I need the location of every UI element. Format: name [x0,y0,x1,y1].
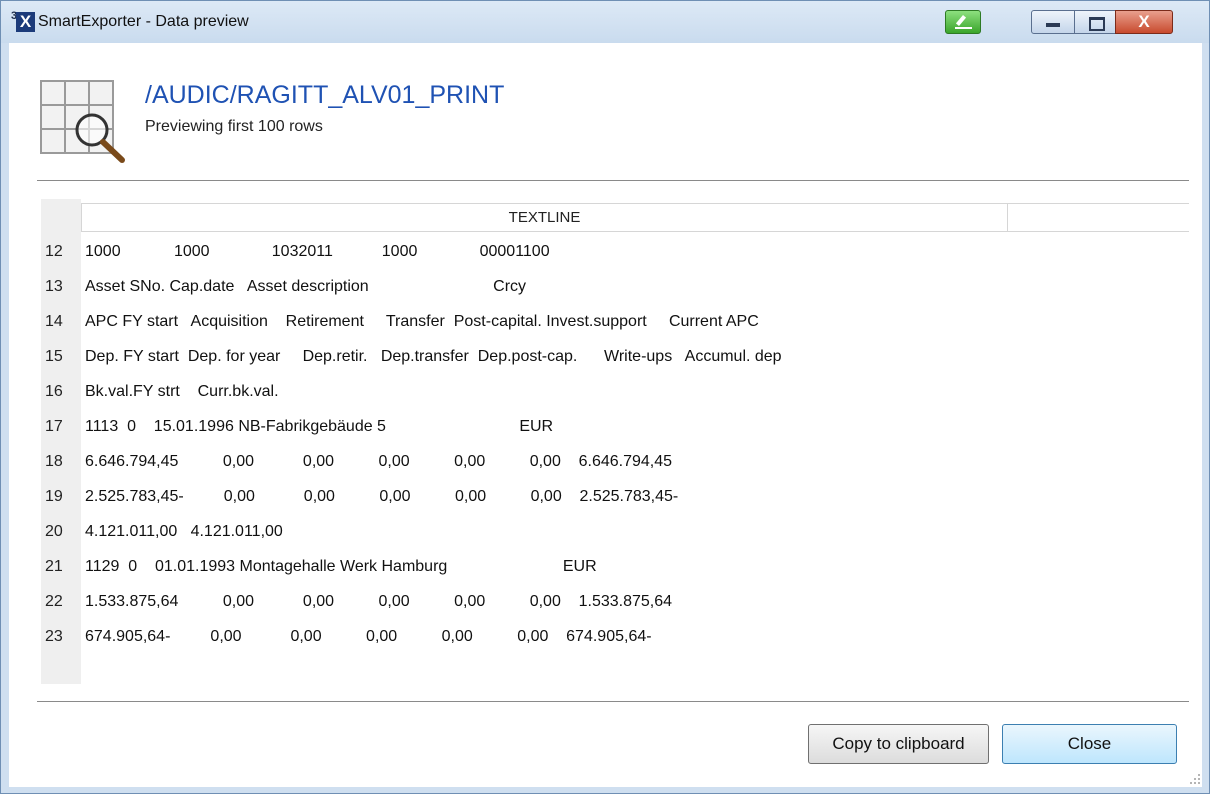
smartexporter-logo-icon: 3 X [11,10,35,34]
table-row[interactable]: 14 APC FY start Acquisition Retirement T… [41,304,1156,339]
table-row[interactable]: 16 Bk.val.FY strt Curr.bk.val. [41,374,1156,409]
table-row[interactable]: 18 6.646.794,45 0,00 0,00 0,00 0,00 0,00… [41,444,1156,479]
maximize-button[interactable] [1074,10,1116,34]
resize-grip-icon[interactable] [1187,771,1201,785]
table-row[interactable]: 13 Asset SNo. Cap.date Asset description… [41,269,1156,304]
close-button[interactable]: Close [1002,724,1177,764]
row-text: 4.121.011,00 4.121.011,00 [85,523,283,540]
divider [37,180,1189,181]
copy-to-clipboard-button[interactable]: Copy to clipboard [808,724,989,764]
row-number: 19 [45,488,63,505]
grid-corner [41,203,81,232]
minimize-icon [1046,23,1060,27]
row-number: 17 [45,418,63,435]
row-text: Bk.val.FY strt Curr.bk.val. [85,383,279,400]
row-number: 20 [45,523,63,540]
table-row[interactable]: 19 2.525.783,45- 0,00 0,00 0,00 0,00 0,0… [41,479,1156,514]
row-number: 18 [45,453,63,470]
window-title: SmartExporter - Data preview [38,13,249,30]
row-text: Asset SNo. Cap.date Asset description Cr… [85,278,527,295]
column-header[interactable]: TEXTLINE [81,203,1189,232]
pencil-icon [955,15,972,29]
table-row[interactable]: 17 1113 0 15.01.1996 NB-Fabrikgebäude 5 … [41,409,1156,444]
table-magnifier-icon [40,80,125,163]
table-row[interactable]: 20 4.121.011,00 4.121.011,00 [41,514,1156,549]
row-text: APC FY start Acquisition Retirement Tran… [85,313,759,330]
table-row[interactable]: 22 1.533.875,64 0,00 0,00 0,00 0,00 0,00… [41,584,1156,619]
row-number: 12 [45,243,63,260]
row-text: Dep. FY start Dep. for year Dep.retir. D… [85,348,782,365]
edit-button[interactable] [945,10,981,34]
table-row[interactable]: 12 1000 1000 1032011 1000 00001100 [41,234,1156,269]
close-icon: X [1138,12,1150,31]
logo-letter: X [16,12,35,32]
row-number: 23 [45,628,63,645]
table-row[interactable]: 15 Dep. FY start Dep. for year Dep.retir… [41,339,1156,374]
data-preview-grid[interactable]: TEXTLINE 12 1000 1000 1032011 1000 00001… [41,199,1189,684]
dialog-content: /AUDIC/RAGITT_ALV01_PRINT Previewing fir… [9,43,1202,787]
divider [37,701,1189,702]
row-text: 1000 1000 1032011 1000 00001100 [85,243,550,260]
close-window-button[interactable]: X [1115,10,1173,34]
dialog-window: 3 X SmartExporter - Data preview X /AUDI… [0,0,1210,794]
row-number: 15 [45,348,63,365]
row-number: 16 [45,383,63,400]
row-text: 674.905,64- 0,00 0,00 0,00 0,00 0,00 674… [85,628,652,645]
row-text: 1.533.875,64 0,00 0,00 0,00 0,00 0,00 1.… [85,593,673,610]
minimize-button[interactable] [1031,10,1075,34]
table-row[interactable]: 23 674.905,64- 0,00 0,00 0,00 0,00 0,00 … [41,619,1156,654]
row-number: 22 [45,593,63,610]
row-number: 14 [45,313,63,330]
row-text: 2.525.783,45- 0,00 0,00 0,00 0,00 0,00 2… [85,488,679,505]
row-number: 13 [45,278,63,295]
row-text: 1113 0 15.01.1996 NB-Fabrikgebäude 5 EUR [85,418,554,435]
row-number: 21 [45,558,63,575]
page-title: /AUDIC/RAGITT_ALV01_PRINT [145,81,505,109]
row-text: 1129 0 01.01.1993 Montagehalle Werk Hamb… [85,558,597,575]
table-row[interactable]: 21 1129 0 01.01.1993 Montagehalle Werk H… [41,549,1156,584]
title-bar[interactable]: 3 X SmartExporter - Data preview X [1,1,1209,43]
row-text: 6.646.794,45 0,00 0,00 0,00 0,00 0,00 6.… [85,453,673,470]
maximize-icon [1089,17,1105,31]
subtitle: Previewing first 100 rows [145,118,323,135]
column-header-textline[interactable]: TEXTLINE [81,204,1008,231]
